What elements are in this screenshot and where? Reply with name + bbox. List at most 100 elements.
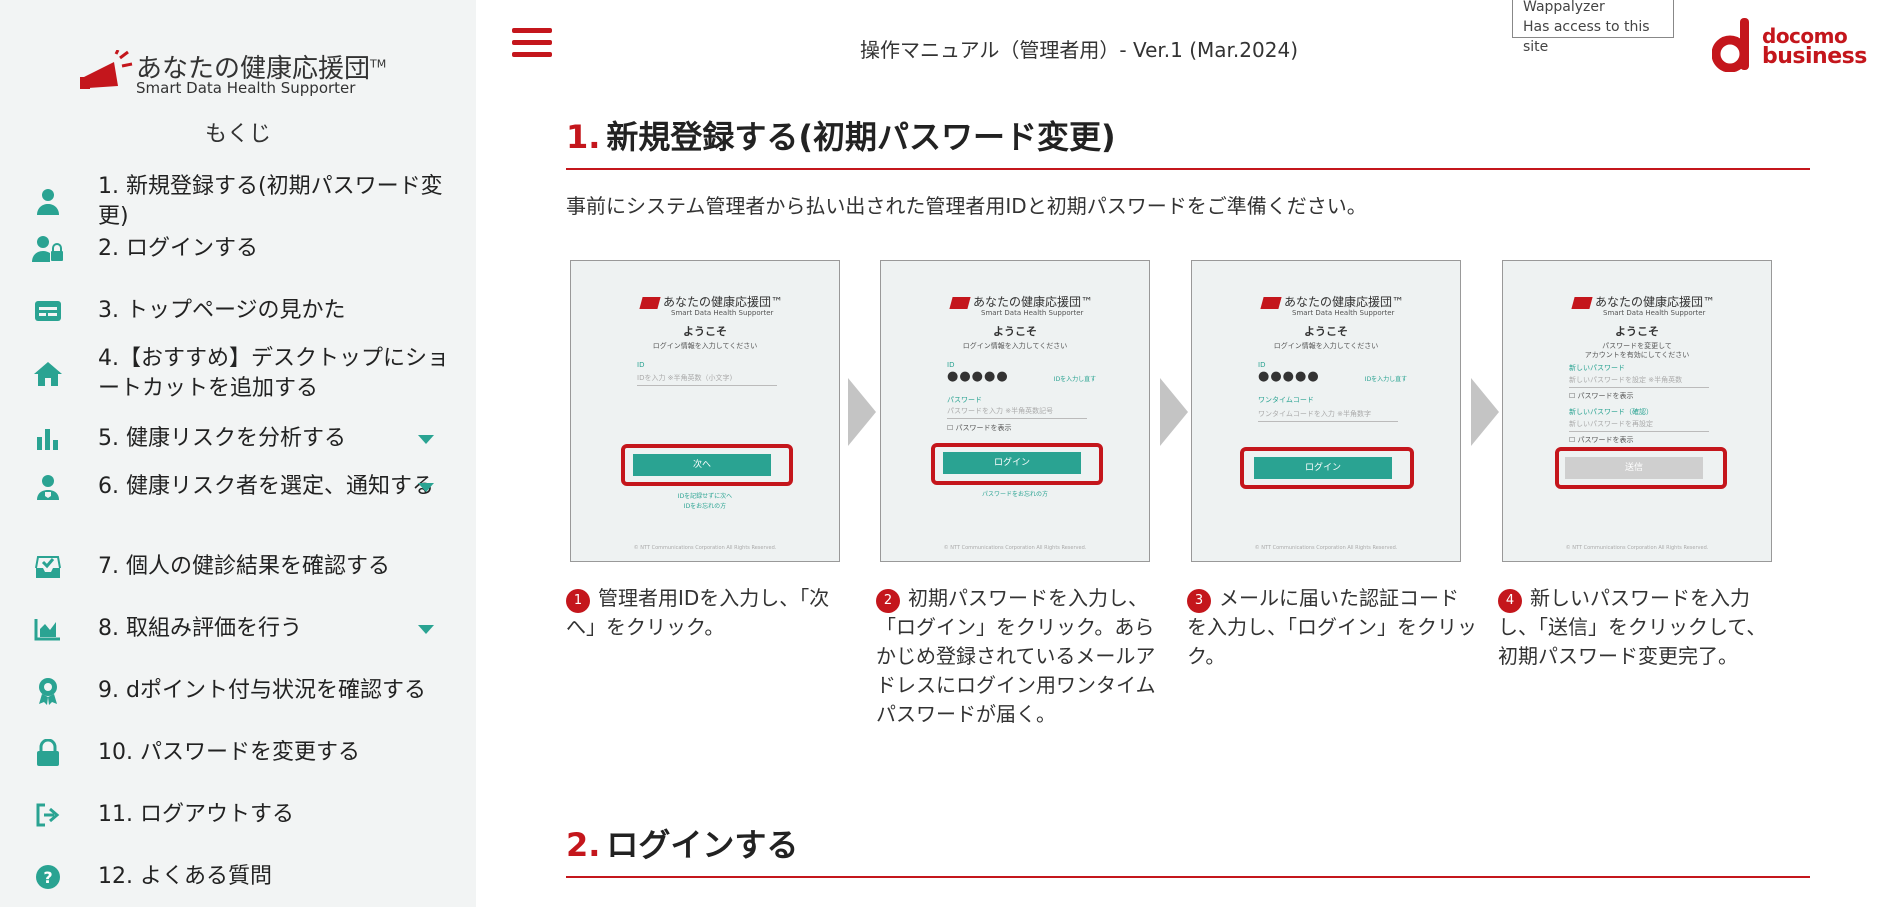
next-step-arrow	[1471, 378, 1499, 446]
section-number: 2.	[566, 826, 601, 864]
mini-new-pw-label: 新しいパスワード	[1569, 364, 1625, 372]
toc-item-faq[interactable]: ? 12. よくある質問	[30, 862, 470, 892]
section-title: 新規登録する(初期パスワード変更)	[606, 118, 1116, 156]
chevron-down-icon[interactable]	[418, 624, 434, 634]
mini-link: IDをお忘れの方	[683, 503, 727, 510]
mini-welcome: ようこそ	[1615, 325, 1659, 338]
toc-item-checkup-results[interactable]: 7. 個人の健診結果を確認する	[30, 552, 470, 582]
logo-subtitle: Smart Data Health Supporter	[136, 79, 356, 97]
hamburger-menu-icon[interactable]	[512, 28, 552, 62]
id-card-icon	[30, 296, 66, 326]
mini-pw-field: パスワードを入力 ※半角英数記号	[947, 406, 1087, 419]
chevron-down-icon[interactable]	[418, 434, 434, 444]
step-caption-text: 管理者用IDを入力し、「次へ」をクリック。	[566, 586, 830, 639]
mini-show-pw: ☐ パスワードを表示	[947, 424, 1012, 432]
megaphone-icon	[80, 50, 133, 89]
step-2-caption: 2 初期パスワードを入力し、「ログイン」をクリック。あらかじめ登録されているメール…	[876, 584, 1166, 729]
mini-show-pw: ☐ パスワードを表示	[1569, 436, 1634, 444]
toc-item-change-password[interactable]: 10. パスワードを変更する	[30, 738, 470, 768]
lock-icon	[30, 738, 66, 768]
toc-item-label: 11. ログアウトする	[98, 802, 294, 827]
mini-subtitle: Smart Data Health Supporter	[1603, 309, 1706, 317]
mini-instruction: ログイン情報を入力してください	[962, 342, 1068, 350]
mini-show-pw: ☐ パスワードを表示	[1569, 392, 1634, 400]
docomo-business-logo[interactable]: docomo business	[1712, 18, 1867, 74]
toc-item-label: 3. トップページの見かた	[98, 298, 346, 323]
mini-logo: あなたの健康応援団™	[639, 293, 783, 310]
section-heading-register: 1. 新規登録する(初期パスワード変更)	[566, 112, 1810, 170]
step-number-badge: 1	[566, 588, 590, 613]
area-chart-icon	[30, 614, 66, 644]
mini-subtitle: Smart Data Health Supporter	[1292, 309, 1395, 317]
user-shield-icon	[30, 472, 66, 502]
wappalyzer-tooltip: Wappalyzer Has access to this site	[1512, 0, 1674, 55]
toc-item-shortcut[interactable]: 4.【おすすめ】デスクトップにショートカットを追加する	[30, 344, 470, 404]
mini-welcome: ようこそ	[1304, 325, 1348, 338]
question-icon: ?	[30, 862, 66, 892]
mini-instruction: ログイン情報を入力してください	[652, 342, 758, 350]
mini-confirm-field: 新しいパスワードを再設定	[1569, 419, 1709, 432]
toc-item-label: 2. ログインする	[98, 236, 258, 261]
step-caption-text: 新しいパスワードを入力し、「送信」をクリックして、初期パスワード変更完了。	[1498, 586, 1767, 668]
brand-business: business	[1762, 44, 1867, 69]
mini-welcome: ようこそ	[993, 325, 1037, 338]
step-number-badge: 3	[1187, 588, 1211, 613]
toc-item-label: 8. 取組み評価を行う	[98, 616, 302, 641]
toc-title: もくじ	[204, 122, 271, 147]
toc-item-login[interactable]: 2. ログインする	[30, 234, 470, 264]
wappalyzer-access-text: Has access to this site	[1523, 19, 1650, 55]
mini-id-label: ID	[947, 361, 955, 369]
sidebar: あなたの健康応援団TM Smart Data Health Supporter …	[0, 0, 476, 907]
mini-id-field: IDを入力 ※半角英数（小文字)	[637, 373, 777, 386]
mini-subtitle: Smart Data Health Supporter	[981, 309, 1084, 317]
mini-confirm-label: 新しいパスワード（確認）	[1569, 408, 1653, 416]
highlight-box	[621, 444, 793, 486]
logout-icon	[30, 800, 66, 830]
docomo-d-icon	[1712, 18, 1749, 72]
mini-id-label: ID	[1258, 361, 1266, 369]
toc-item-label: 6. 健康リスク者を選定、通知する	[98, 474, 434, 499]
section-heading-login: 2. ログインする	[566, 820, 1810, 878]
step-caption-text: メールに届いた認証コードを入力し、「ログイン」をクリック。	[1187, 586, 1477, 668]
step-number-badge: 2	[876, 588, 900, 613]
section-number: 1.	[566, 118, 601, 156]
toc-item-logout[interactable]: 11. ログアウトする	[30, 800, 470, 830]
toc-item-label: 9. dポイント付与状況を確認する	[98, 678, 426, 703]
user-lock-icon	[30, 234, 66, 264]
mini-otp-label: ワンタイムコード	[1258, 396, 1314, 404]
toc-item-label: 10. パスワードを変更する	[98, 740, 360, 765]
mini-link: パスワードをお忘れの方	[981, 491, 1048, 498]
toc-item-risk-select[interactable]: 6. 健康リスク者を選定、通知する	[30, 472, 470, 502]
step-4-screenshot: あなたの健康応援団™ Smart Data Health Supporter よ…	[1502, 260, 1772, 562]
step-3-screenshot: あなたの健康応援団™ Smart Data Health Supporter よ…	[1191, 260, 1461, 562]
highlight-box	[1240, 447, 1414, 489]
mini-instruction: アカウントを有効にしてください	[1584, 351, 1690, 359]
mini-footer: © NTT Communications Corporation All Rig…	[1254, 545, 1398, 551]
toc-item-label: 1. 新規登録する(初期パスワード変更)	[98, 174, 443, 229]
mini-footer: © NTT Communications Corporation All Rig…	[633, 545, 777, 551]
step-3-caption: 3 メールに届いた認証コードを入力し、「ログイン」をクリック。	[1187, 584, 1477, 671]
toc-item-label: 5. 健康リスクを分析する	[98, 426, 346, 451]
mini-footer: © NTT Communications Corporation All Rig…	[943, 545, 1087, 551]
next-step-arrow	[848, 378, 876, 446]
toc-item-register[interactable]: 1. 新規登録する(初期パスワード変更)	[30, 172, 470, 232]
section-title: ログインする	[606, 826, 799, 864]
toc-item-risk-analysis[interactable]: 5. 健康リスクを分析する	[30, 424, 470, 454]
toc-item-label: 4.【おすすめ】デスクトップにショートカットを追加する	[98, 346, 449, 401]
wappalyzer-name: Wappalyzer	[1523, 0, 1605, 15]
chevron-down-icon[interactable]	[418, 482, 434, 492]
home-icon	[30, 359, 66, 389]
step-1-caption: 1 管理者用IDを入力し、「次へ」をクリック。	[566, 584, 856, 642]
toc-item-evaluation[interactable]: 8. 取組み評価を行う	[30, 614, 470, 644]
toc-item-dpoint[interactable]: 9. dポイント付与状況を確認する	[30, 676, 470, 706]
mini-subtitle: Smart Data Health Supporter	[671, 309, 774, 317]
toc-item-toppage[interactable]: 3. トップページの見かた	[30, 296, 470, 326]
mini-welcome: ようこそ	[683, 325, 727, 338]
step-1-screenshot: あなたの健康応援団™ Smart Data Health Supporter よ…	[570, 260, 840, 562]
check-inbox-icon	[30, 552, 66, 582]
toc-item-label: 7. 個人の健診結果を確認する	[98, 554, 390, 579]
mini-link: IDを記録せずに次へ	[677, 493, 733, 500]
next-step-arrow	[1160, 378, 1188, 446]
award-icon	[30, 676, 66, 706]
highlight-box	[931, 443, 1103, 485]
